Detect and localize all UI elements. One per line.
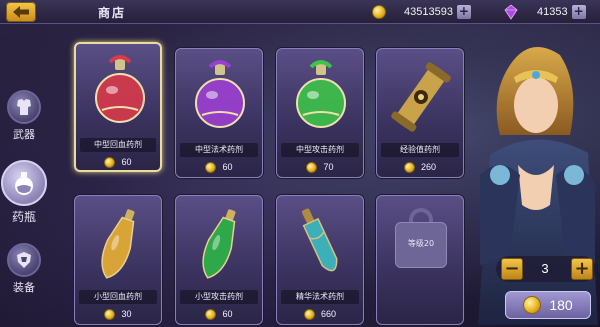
potion-icon — [285, 55, 357, 139]
item-price-value: 60 — [222, 162, 233, 172]
category-label: 药瓶 — [11, 210, 36, 224]
coin-icon — [104, 308, 116, 320]
item-price: 660 — [281, 306, 359, 322]
item-price-value: 30 — [121, 309, 132, 319]
coin-icon — [306, 161, 318, 173]
potion-icon — [285, 202, 357, 286]
item-price-value: 70 — [323, 162, 334, 172]
potion-icon — [385, 55, 457, 139]
item-card[interactable]: 经验值药剂 260 — [376, 48, 464, 178]
coin-icon — [303, 308, 315, 320]
total-price: 180 — [549, 297, 573, 313]
item-card[interactable]: 中型攻击药剂 70 — [276, 48, 364, 178]
back-arrow-icon — [13, 6, 29, 18]
item-price: 60 — [80, 154, 156, 170]
category-tab-equipment[interactable]: 装备 — [0, 243, 48, 295]
item-card[interactable]: 中型法术药剂 60 — [175, 48, 263, 178]
category-tab-potions[interactable]: 药瓶 — [0, 160, 48, 225]
increase-quantity-button[interactable]: + — [571, 258, 593, 280]
purple-gem-icon — [503, 4, 519, 20]
armor-icon — [17, 99, 31, 115]
gear-armor-icon — [17, 252, 31, 268]
item-price-value: 60 — [222, 309, 233, 319]
gold-amount: 43513593 — [404, 6, 453, 18]
category-label: 装备 — [13, 281, 35, 294]
item-card[interactable]: 精华法术药剂 660 — [276, 195, 364, 325]
item-price-value: 260 — [420, 162, 437, 172]
locked-item-card[interactable]: 等级20 — [376, 195, 464, 325]
item-name: 小型回血药剂 — [79, 290, 157, 304]
item-price: 60 — [180, 159, 258, 175]
coin-icon — [205, 161, 217, 173]
category-tab-weapons[interactable]: 武器 — [0, 90, 48, 142]
item-name: 小型攻击药剂 — [180, 290, 258, 304]
item-card[interactable]: 小型攻击药剂 60 — [175, 195, 263, 325]
page-title: 商店 — [98, 6, 127, 20]
category-label: 武器 — [13, 128, 35, 141]
add-gem-button[interactable]: + — [571, 5, 586, 19]
item-price-value: 60 — [121, 157, 132, 167]
decrease-quantity-button[interactable]: − — [501, 258, 523, 280]
item-price: 60 — [180, 306, 258, 322]
coin-icon — [205, 308, 217, 320]
item-card[interactable]: 中型回血药剂 60 — [74, 42, 162, 172]
item-price-value: 660 — [320, 309, 337, 319]
top-bar: 商店 43513593 + 41353 + — [0, 0, 600, 24]
item-name: 精华法术药剂 — [281, 290, 359, 304]
coin-icon — [372, 5, 386, 19]
potion-bottle-icon — [15, 172, 33, 195]
coin-icon — [104, 156, 116, 168]
item-price: 30 — [79, 306, 157, 322]
item-card[interactable]: 小型回血药剂 30 — [74, 195, 162, 325]
potion-icon — [83, 202, 155, 286]
add-gold-button[interactable]: + — [456, 5, 471, 19]
item-price: 70 — [281, 159, 359, 175]
back-button[interactable] — [6, 2, 36, 22]
potion-icon — [184, 55, 256, 139]
gem-amount: 41353 — [537, 6, 568, 18]
item-name: 中型回血药剂 — [80, 138, 156, 152]
item-price: 260 — [381, 159, 459, 175]
item-name: 中型法术药剂 — [180, 143, 258, 157]
item-name: 中型攻击药剂 — [281, 143, 359, 157]
buy-button[interactable]: 180 — [505, 291, 591, 319]
coin-icon — [403, 161, 415, 173]
item-name: 经验值药剂 — [381, 143, 459, 157]
potion-icon — [84, 50, 156, 134]
coin-icon — [523, 296, 542, 314]
potion-icon — [184, 202, 256, 286]
unlock-level-text: 等级20 — [407, 239, 435, 248]
quantity-value: 3 — [541, 261, 549, 276]
gold-currency: 43513593 + — [372, 3, 471, 21]
gem-currency: 41353 + — [503, 3, 586, 21]
